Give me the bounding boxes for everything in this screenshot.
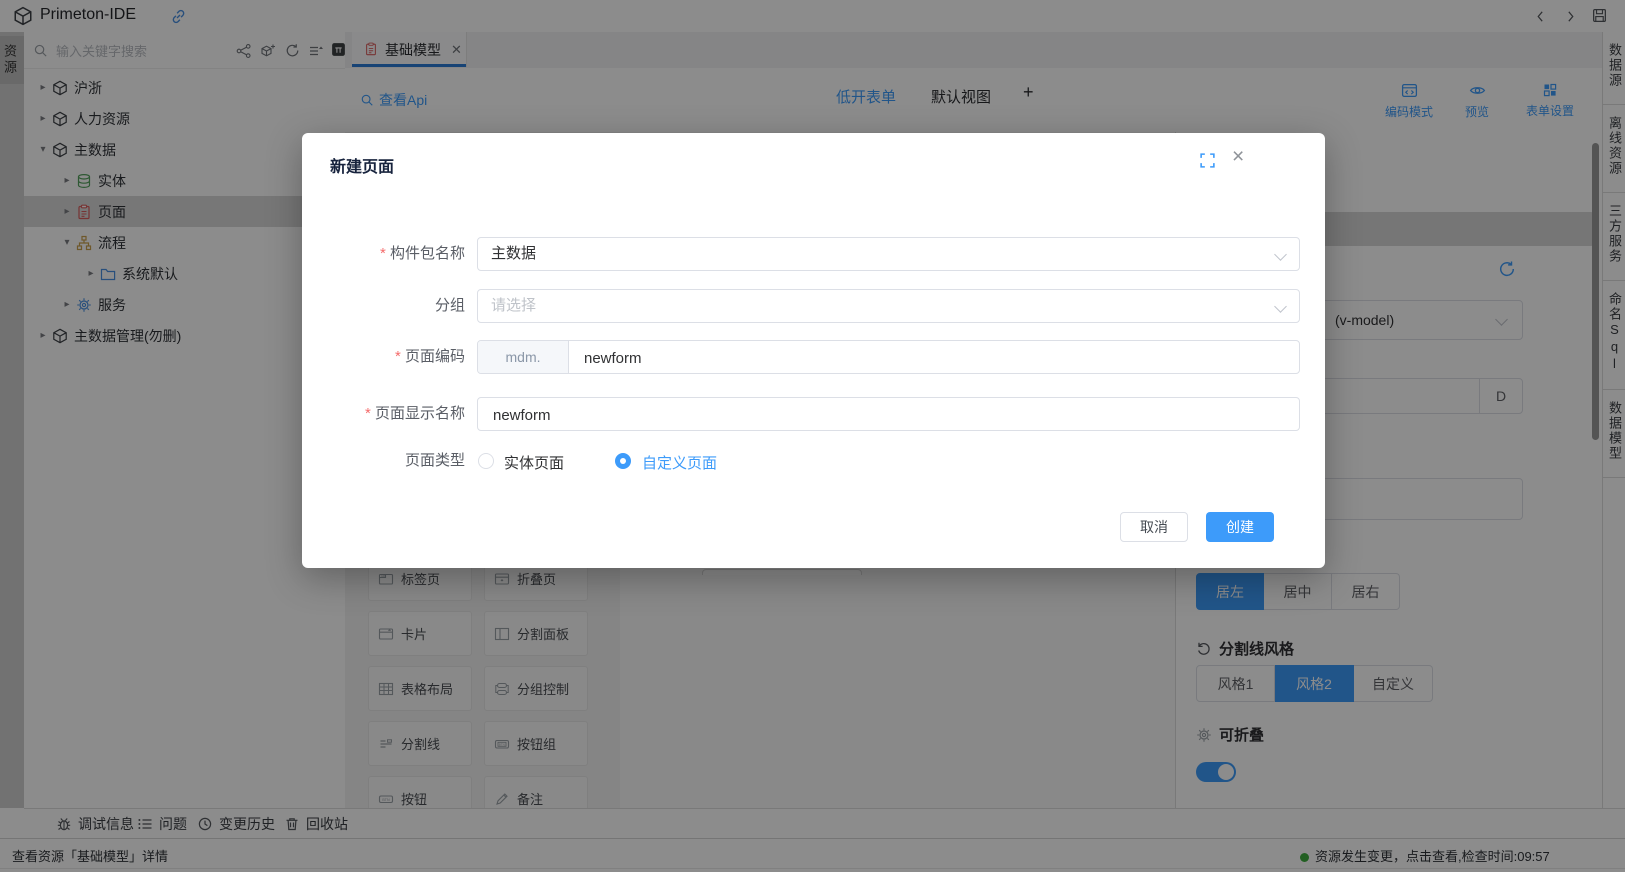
group-label: 分组 [302,289,465,323]
chevron-down-icon [1274,300,1287,313]
field-row-type: 页面类型 实体页面 自定义页面 [302,451,1302,473]
code-input[interactable] [582,342,1286,374]
code-label: 页面编码 [302,340,465,374]
name-input[interactable] [491,399,1285,431]
radio-custom-page[interactable] [615,453,631,469]
radio-entity-label[interactable]: 实体页面 [504,452,564,473]
cancel-button[interactable]: 取消 [1120,512,1188,542]
code-input-group: mdm. [477,340,1300,374]
fullscreen-icon[interactable] [1199,152,1216,170]
group-placeholder: 请选择 [478,297,536,314]
radio-custom-label[interactable]: 自定义页面 [642,452,717,473]
group-select[interactable]: 请选择 [477,289,1300,323]
field-row-group: 分组 请选择 [302,289,1302,323]
field-row-name: 页面显示名称 [302,397,1302,431]
name-input-box [477,397,1300,431]
package-select[interactable]: 主数据 [477,237,1300,271]
name-label: 页面显示名称 [302,397,465,431]
package-value: 主数据 [478,245,536,262]
field-row-code: 页面编码 mdm. [302,340,1302,374]
package-label: 构件包名称 [302,237,465,271]
code-prefix: mdm. [478,341,569,373]
create-button[interactable]: 创建 [1206,512,1274,542]
radio-entity-page[interactable] [478,453,494,469]
close-icon[interactable]: × [1232,145,1244,169]
field-row-package: 构件包名称 主数据 [302,237,1302,271]
new-page-dialog: 新建页面 × 构件包名称 主数据 分组 请选择 页面编码 mdm. 页面显示名称… [302,133,1325,568]
dialog-title: 新建页面 [330,153,394,177]
chevron-down-icon [1274,248,1287,261]
type-label: 页面类型 [302,451,465,471]
